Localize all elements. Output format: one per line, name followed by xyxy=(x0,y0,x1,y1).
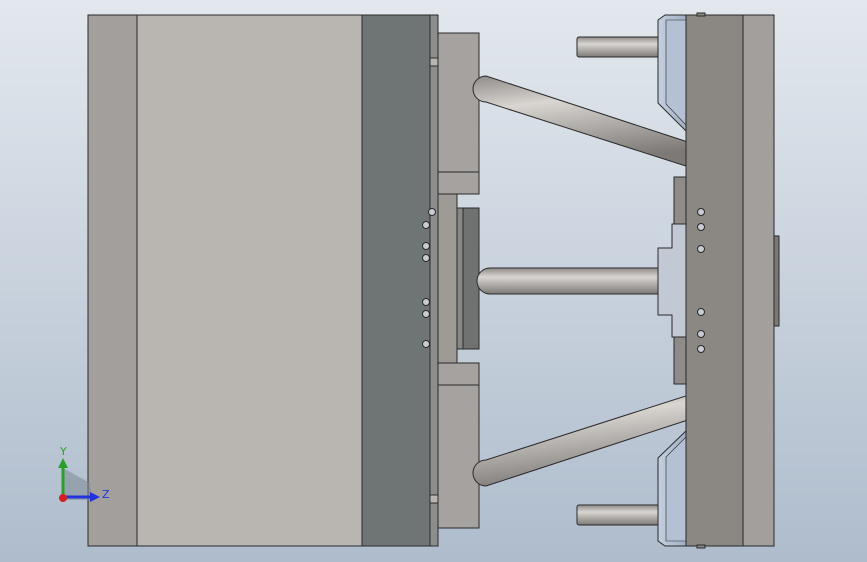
z-axis-label: Z xyxy=(102,488,110,501)
stripper-block-upper-rail[interactable] xyxy=(437,171,480,195)
face-notch-top xyxy=(429,57,439,67)
mold-assembly[interactable] xyxy=(87,12,780,549)
triad-origin xyxy=(59,494,67,502)
stripper-blocks[interactable] xyxy=(437,32,480,529)
clamp-plate-left[interactable] xyxy=(87,14,138,547)
plate-tab-bottom xyxy=(696,544,706,549)
cavity-plate-body[interactable] xyxy=(136,14,363,547)
y-axis-label: Y xyxy=(59,445,67,458)
cavity-plate-face[interactable] xyxy=(361,14,431,547)
cavity-insert-frame[interactable] xyxy=(437,193,458,364)
locating-ring[interactable] xyxy=(773,235,780,327)
fixed-mold-half[interactable] xyxy=(87,14,439,547)
moving-clamp-plate[interactable] xyxy=(742,14,775,547)
cad-viewport[interactable]: Y Z xyxy=(0,0,867,562)
stripper-block-bottom[interactable] xyxy=(437,384,480,529)
stripper-block-top[interactable] xyxy=(437,32,480,173)
plate-tab-top xyxy=(696,12,706,17)
moving-mold-half[interactable] xyxy=(657,12,780,549)
stripper-block-lower-rail[interactable] xyxy=(437,362,480,386)
face-strip[interactable] xyxy=(429,14,439,547)
moving-plate[interactable] xyxy=(685,14,744,547)
cavity-insert-inner xyxy=(456,207,464,350)
center-rod[interactable] xyxy=(476,267,661,295)
face-notch-bottom xyxy=(429,494,439,504)
